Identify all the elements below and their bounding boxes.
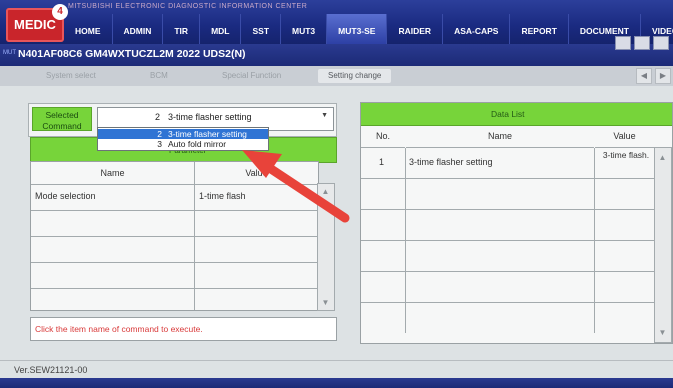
divider (594, 241, 595, 271)
row-value: 3-time flash. (602, 150, 650, 160)
divider (594, 148, 595, 178)
table-row[interactable]: 1 3-time flasher setting 3-time flash. (361, 148, 654, 179)
crumb-bcm[interactable]: BCM (150, 69, 168, 83)
dropdown-option[interactable]: 2 3-time flasher setting (98, 129, 268, 139)
menu-item-mdl[interactable]: MDL (200, 14, 242, 44)
message-box: Click the item name of command to execut… (30, 317, 337, 341)
scroll-up-icon[interactable]: ▲ (656, 152, 669, 163)
scroll-down-icon[interactable]: ▼ (319, 297, 332, 308)
maximize-icon[interactable] (634, 36, 650, 50)
column-header-name: Name (406, 125, 594, 148)
crumb-system-select[interactable]: System select (46, 69, 96, 83)
version-label: Ver.SEW21121-00 (14, 365, 88, 375)
divider (405, 148, 406, 178)
nav-arrows: ◀ ▶ (636, 68, 671, 84)
table-row (361, 210, 654, 241)
column-header-value: Value (195, 162, 318, 185)
minimize-icon[interactable] (615, 36, 631, 50)
menu-item-raider[interactable]: RAIDER (387, 14, 444, 44)
menu-item-sst[interactable]: SST (241, 14, 282, 44)
crumb-setting-change[interactable]: Setting change (318, 69, 392, 83)
window-controls (615, 36, 669, 50)
nav-right-icon[interactable]: ▶ (655, 68, 671, 84)
scroll-up-icon[interactable]: ▲ (319, 186, 332, 197)
menu-item-home[interactable]: HOME (64, 14, 113, 44)
mut-tag: MUT (3, 50, 16, 56)
column-header-value: Value (595, 125, 654, 148)
command-dropdown: 2 3-time flasher setting 3 Auto fold mir… (97, 127, 269, 151)
nav-left-icon[interactable]: ◀ (636, 68, 652, 84)
data-list-panel: Data List No. Name Value 1 3-time flashe… (360, 102, 673, 344)
table-row (361, 303, 654, 333)
divider (594, 179, 595, 209)
command-select-num: 2 (154, 112, 160, 122)
app-subtitle: MITSUBISHI ELECTRONIC DIAGNOSTIC INFORMA… (68, 3, 308, 10)
divider (405, 179, 406, 209)
divider (594, 272, 595, 302)
main-menu: HOME ADMIN TIR MDL SST MUT3 MUT3-SE RAID… (64, 14, 673, 44)
menu-item-mut3-se[interactable]: MUT3-SE (327, 14, 388, 44)
divider (405, 241, 406, 271)
dropdown-option[interactable]: 3 Auto fold mirror (98, 139, 268, 149)
row-name: Mode selection (35, 191, 96, 201)
data-list-scrollbar[interactable]: ▲ ▼ (654, 147, 672, 343)
menu-item-report[interactable]: REPORT (510, 14, 569, 44)
option-num: 2 (157, 129, 162, 139)
parameter-scrollbar[interactable]: ▲ ▼ (317, 183, 335, 311)
table-row (361, 179, 654, 210)
vehicle-label: N401AF08C6 GM4WXTUCZL2M 2022 UDS2(N) (18, 48, 246, 60)
table-row (31, 237, 318, 263)
divider (594, 303, 595, 333)
divider (405, 303, 406, 333)
option-text: 3-time flasher setting (168, 129, 247, 139)
table-row (361, 272, 654, 303)
divider (405, 210, 406, 240)
data-list-header: Data List (361, 103, 672, 126)
option-text: Auto fold mirror (168, 139, 227, 149)
selected-command-label: Selected Command (32, 107, 92, 131)
row-value: 1-time flash (199, 191, 246, 201)
row-no: 1 (379, 157, 385, 167)
bottom-toolbar (0, 378, 673, 388)
screen: MEDIC 4 MITSUBISHI ELECTRONIC DIAGNOSTIC… (0, 0, 673, 388)
data-list-title: Data List (491, 109, 525, 119)
close-icon[interactable] (653, 36, 669, 50)
scroll-down-icon[interactable]: ▼ (656, 327, 669, 338)
logo-text: MEDIC (14, 17, 56, 32)
table-row[interactable]: Mode selection 1-time flash (31, 185, 318, 211)
status-divider (0, 360, 673, 361)
crumb-special-function[interactable]: Special Function (222, 69, 281, 83)
row-name: 3-time flasher setting (409, 157, 493, 167)
breadcrumb: System select BCM Special Function Setti… (0, 66, 673, 86)
chevron-down-icon[interactable]: ▼ (321, 112, 328, 119)
column-header-name: Name (31, 162, 194, 185)
table-row (31, 263, 318, 289)
column-header-no: No. (361, 125, 405, 148)
command-select-value: 3-time flasher setting (168, 112, 252, 122)
option-num: 3 (157, 139, 162, 149)
vehicle-bar: MUT N401AF08C6 GM4WXTUCZL2M 2022 UDS2(N) (0, 44, 673, 66)
menu-bar: MEDIC 4 MITSUBISHI ELECTRONIC DIAGNOSTIC… (0, 0, 673, 44)
divider (594, 210, 595, 240)
menu-item-admin[interactable]: ADMIN (113, 14, 164, 44)
divider (405, 272, 406, 302)
table-row (31, 211, 318, 237)
menu-item-tir[interactable]: TIR (163, 14, 201, 44)
table-row (361, 241, 654, 272)
medic-logo: MEDIC 4 (6, 4, 68, 42)
menu-item-asa-caps[interactable]: ASA-CAPS (443, 14, 511, 44)
instruction-message: Click the item name of command to execut… (35, 324, 203, 334)
menu-item-mut3[interactable]: MUT3 (281, 14, 328, 44)
parameter-table: Name Value Mode selection 1-time flash (30, 161, 319, 311)
